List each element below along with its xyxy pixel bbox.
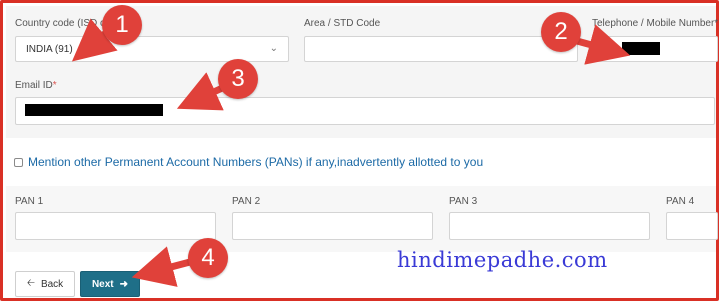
- telephone-label-text: Telephone / Mobile Number: [592, 18, 715, 29]
- pan3-input[interactable]: [449, 212, 650, 240]
- telephone-value: 954: [603, 44, 620, 55]
- callout-4: 4: [188, 238, 228, 278]
- country-code-value: INDIA (91): [26, 44, 73, 55]
- pan3-label: PAN 3: [449, 196, 478, 207]
- telephone-redaction: [622, 42, 660, 55]
- area-code-label: Area / STD Code: [304, 18, 381, 29]
- area-code-input[interactable]: [304, 36, 578, 62]
- watermark-text: hindimepadhe.com: [397, 248, 608, 272]
- pan1-input[interactable]: [15, 212, 216, 240]
- pan2-label: PAN 2: [232, 196, 261, 207]
- next-button[interactable]: Next ➜: [80, 271, 140, 297]
- back-label: Back: [40, 278, 64, 290]
- arrow-left-icon: 🡠: [26, 277, 35, 289]
- telephone-label: Telephone / Mobile Number*: [592, 18, 718, 29]
- pan4-input[interactable]: [666, 212, 718, 240]
- other-pans-checkbox[interactable]: [14, 157, 23, 167]
- callout-2: 2: [541, 12, 581, 52]
- pan1-label: PAN 1: [15, 196, 44, 207]
- pan4-label: PAN 4: [666, 196, 695, 207]
- country-code-select[interactable]: INDIA (91) ⌄: [15, 36, 289, 62]
- arrow-right-icon: ➜: [119, 278, 129, 290]
- email-required-mark: *: [52, 80, 57, 91]
- chevron-down-icon: ⌄: [269, 43, 278, 54]
- pan2-input[interactable]: [232, 212, 433, 240]
- telephone-required-mark: *: [714, 18, 719, 29]
- callout-1: 1: [102, 5, 142, 45]
- callout-3: 3: [218, 59, 258, 99]
- other-pans-label[interactable]: Mention other Permanent Account Numbers …: [28, 155, 483, 169]
- next-label: Next: [91, 278, 114, 290]
- other-pans-row[interactable]: Mention other Permanent Account Numbers …: [14, 155, 483, 169]
- back-button[interactable]: 🡠 Back: [15, 271, 75, 297]
- email-redaction: [25, 104, 163, 116]
- email-label: Email ID*: [15, 80, 57, 91]
- email-label-text: Email ID: [15, 80, 53, 91]
